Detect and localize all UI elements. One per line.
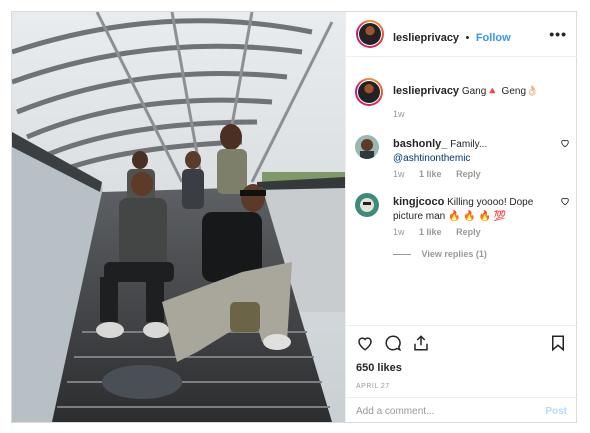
comment-meta: 1w 1 like Reply: [393, 169, 493, 179]
save-bookmark-icon[interactable]: [549, 334, 567, 352]
reply-button[interactable]: Reply: [456, 169, 481, 179]
share-icon[interactable]: [412, 334, 430, 352]
caption-age: 1w: [393, 109, 405, 119]
caption-username[interactable]: leslieprivacy: [393, 85, 459, 97]
comment-like-icon[interactable]: [560, 196, 570, 206]
caption-meta: 1w: [393, 109, 417, 119]
post-photo[interactable]: [12, 12, 345, 422]
escalator-group-photo: [12, 12, 345, 422]
comment-likes-link[interactable]: 1 like: [419, 169, 442, 179]
instagram-post: leslieprivacy • Follow ••• leslieprivacy…: [11, 11, 577, 423]
author-avatar[interactable]: [356, 20, 384, 48]
separator-dot: •: [465, 32, 470, 44]
comment-text: Family...: [450, 139, 488, 150]
comment-age: 1w: [393, 169, 405, 179]
caption-avatar[interactable]: [355, 78, 383, 106]
commenter-username[interactable]: bashonly_: [393, 138, 447, 150]
comment-like-icon[interactable]: [560, 138, 570, 148]
replies-divider: [393, 254, 411, 256]
view-replies-label[interactable]: View replies (1): [422, 249, 487, 259]
comment-mention-link[interactable]: @ashtinonthemic: [393, 153, 470, 164]
comments-list: leslieprivacy Gang🔺 Geng👌🏻 1w bashonly_ …: [346, 57, 577, 325]
comment-item: bashonly_ Family... @ashtinonthemic 1w 1…: [355, 135, 570, 179]
commenter-avatar[interactable]: [355, 135, 379, 159]
comment-meta: 1w 1 like Reply: [393, 227, 493, 237]
comment-age: 1w: [393, 227, 405, 237]
caption-text: Gang🔺 Geng👌🏻: [461, 86, 539, 97]
comment-likes-link[interactable]: 1 like: [419, 227, 442, 237]
author-username[interactable]: leslieprivacy: [393, 32, 459, 44]
more-options-icon[interactable]: •••: [549, 26, 567, 42]
post-comment-button[interactable]: Post: [545, 406, 567, 417]
add-comment-input[interactable]: Add a comment...: [356, 406, 434, 417]
commenter-avatar[interactable]: [355, 193, 379, 217]
post-actions: 650 likes APRIL 27: [346, 325, 577, 398]
post-date[interactable]: APRIL 27: [356, 383, 390, 390]
comment-item: kingjcoco Killing yoooo! Dope picture ma…: [355, 193, 570, 273]
add-comment-bar: Add a comment... Post: [346, 397, 577, 423]
post-header: leslieprivacy • Follow •••: [346, 12, 577, 57]
caption: leslieprivacy Gang🔺 Geng👌🏻 1w: [355, 78, 570, 120]
view-replies-link[interactable]: View replies (1): [393, 249, 487, 259]
commenter-username[interactable]: kingjcoco: [393, 196, 444, 208]
post-sidebar: leslieprivacy • Follow ••• leslieprivacy…: [345, 12, 577, 422]
likes-count[interactable]: 650 likes: [356, 362, 402, 374]
comment-icon[interactable]: [384, 334, 402, 352]
reply-button[interactable]: Reply: [456, 227, 481, 237]
like-icon[interactable]: [356, 334, 374, 352]
follow-button[interactable]: Follow: [476, 32, 511, 44]
